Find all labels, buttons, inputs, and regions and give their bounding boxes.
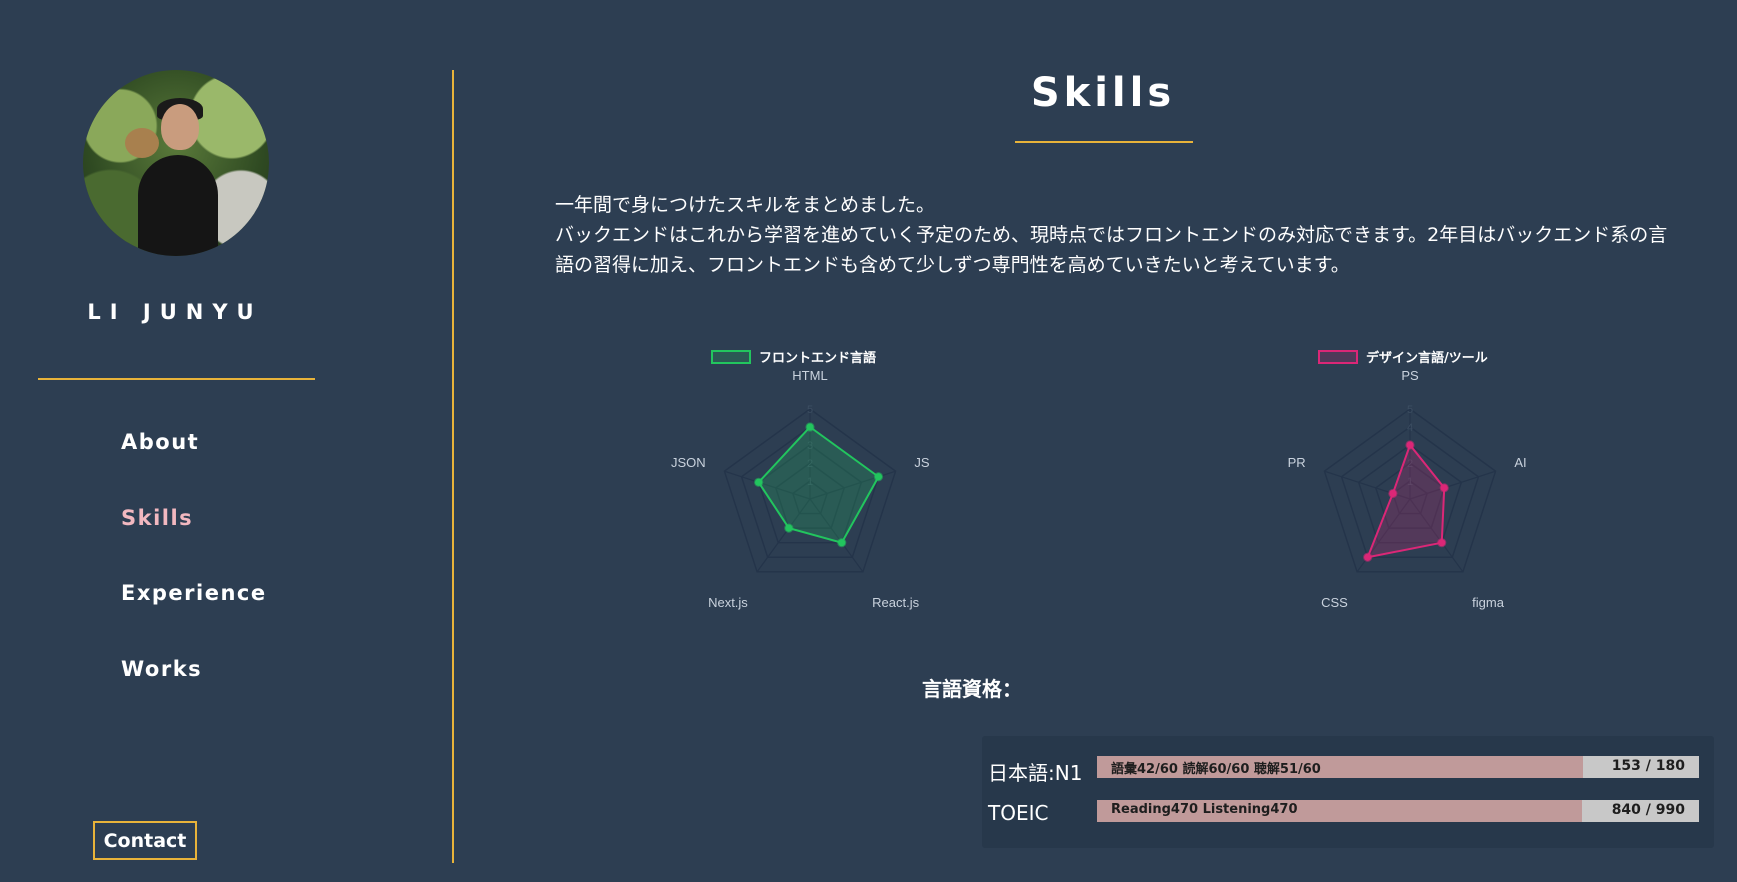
score-text: 840 / 990 — [1611, 802, 1685, 818]
radar-scale-label: 5 — [1407, 404, 1413, 416]
radar-scale-label: 5 — [807, 404, 813, 416]
intro-line-2: バックエンドはこれから学習を進めていく予定のため、現時点ではフロントエンドのみ対… — [555, 224, 1668, 276]
cert-row-japanese: 日本語:N1 語彙42/60 読解60/60 聴解51/60 153 / 180 — [982, 756, 1714, 785]
radar-axis-label: AI — [1514, 455, 1526, 470]
language-certs-heading: 言語資格： — [922, 677, 1022, 701]
score-detail: Reading470 Listening470 — [1111, 802, 1298, 817]
radar-svg-design: 12345PSAIfigmaCSSPR — [1288, 368, 1527, 610]
vertical-divider — [452, 70, 454, 863]
cert-label: TOEIC — [988, 801, 1049, 825]
name-divider — [38, 378, 315, 380]
radar-axis-label: Next.js — [708, 595, 748, 610]
radar-data-point — [1405, 440, 1415, 450]
score-bar: Reading470 Listening470 840 / 990 — [1097, 800, 1699, 822]
radar-data-point — [873, 472, 884, 482]
radar-axis-label: JS — [914, 455, 930, 470]
radar-data-point — [784, 523, 794, 533]
radar-chart-frontend: フロントエンド言語 12345HTMLJSReact.jsNext.jsJSON — [640, 338, 980, 618]
radar-data-point — [1388, 488, 1398, 499]
score-detail: 語彙42/60 読解60/60 聴解51/60 — [1111, 762, 1321, 777]
cert-label: 日本語:N1 — [988, 761, 1083, 785]
nav-item-works[interactable]: Works — [121, 657, 202, 681]
radar-data-point — [837, 538, 847, 548]
sidebar: LI JUNYU About Skills Experience Works C… — [0, 0, 452, 882]
contact-button[interactable]: Contact — [93, 821, 197, 860]
radar-data-point — [1363, 552, 1373, 562]
radar-scale-label: 4 — [1407, 422, 1413, 434]
nav-item-experience[interactable]: Experience — [121, 581, 267, 605]
radar-data-point — [754, 477, 764, 487]
intro-line-1: 一年間で身につけたスキルをまとめました。 — [555, 194, 936, 216]
radar-axis-label: CSS — [1321, 595, 1348, 610]
radar-series-area — [757, 425, 880, 544]
radar-data-point — [805, 422, 815, 432]
radar-axis-label: HTML — [792, 368, 827, 383]
nav-item-skills[interactable]: Skills — [121, 506, 193, 530]
radar-axis-label: JSON — [671, 455, 706, 470]
profile-name: LI JUNYU — [87, 300, 263, 324]
intro-text: 一年間で身につけたスキルをまとめました。 バックエンドはこれから学習を進めていく… — [555, 190, 1675, 280]
radar-data-point — [1437, 538, 1447, 548]
cert-row-toeic: TOEIC Reading470 Listening470 840 / 990 — [982, 800, 1714, 825]
nav-item-about[interactable]: About — [121, 430, 199, 454]
radar-data-point — [1439, 483, 1449, 493]
radar-axis-label: figma — [1472, 595, 1505, 610]
radar-axis-label: PS — [1401, 368, 1419, 383]
title-underline — [1015, 141, 1193, 143]
radar-chart-design: デザイン言語/ツール 12345PSAIfigmaCSSPR — [1240, 338, 1580, 618]
page-title: Skills — [1030, 70, 1176, 116]
score-bar: 語彙42/60 読解60/60 聴解51/60 153 / 180 — [1097, 756, 1699, 778]
radar-axis-label: React.js — [872, 595, 919, 610]
certifications-panel: 日本語:N1 語彙42/60 読解60/60 聴解51/60 153 / 180… — [982, 736, 1714, 848]
radar-svg-frontend: 12345HTMLJSReact.jsNext.jsJSON — [671, 368, 930, 610]
radar-axis-label: PR — [1288, 455, 1306, 470]
score-text: 153 / 180 — [1611, 758, 1685, 774]
